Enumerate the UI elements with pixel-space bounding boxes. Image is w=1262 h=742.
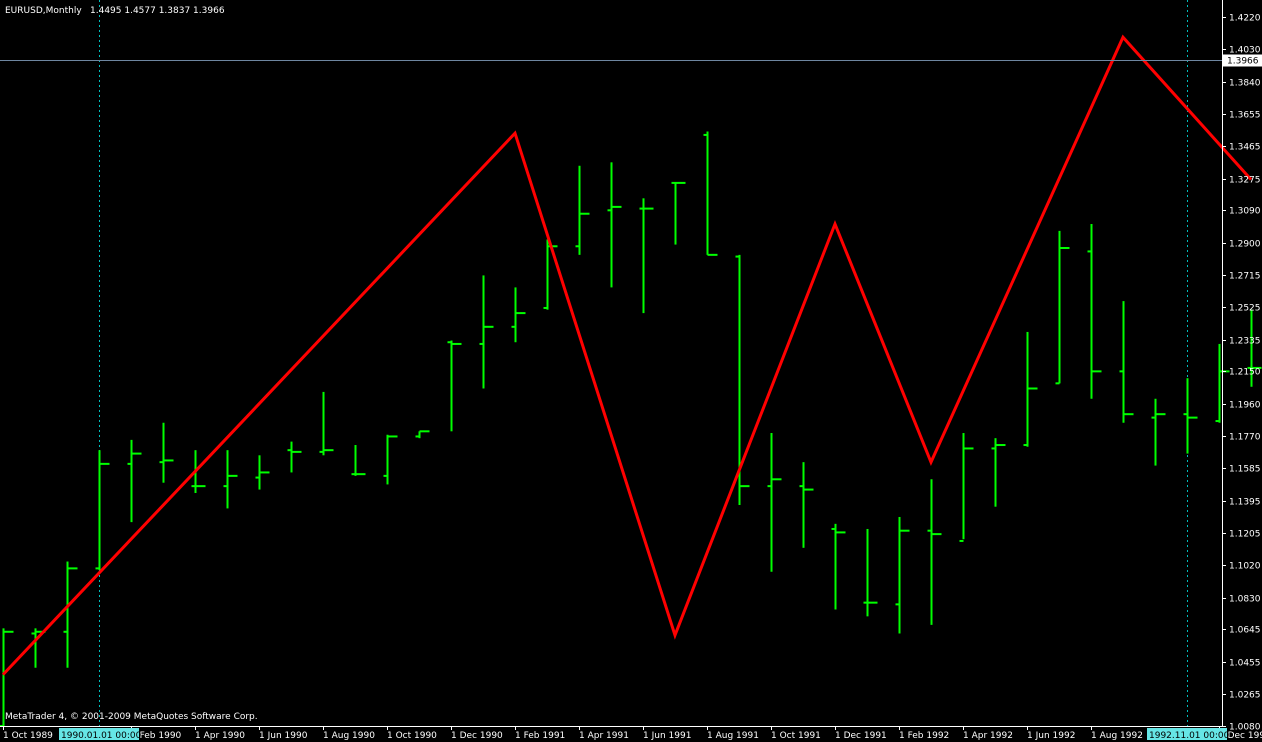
x-tick-label-11: 1 Oct 1991 [771,731,821,741]
ohlc-label: 1.4495 1.4577 1.3837 1.3966 [90,6,225,16]
x-tick-label-0: 1 Oct 1989 [3,731,53,741]
current-price-label: 1.3966 [1227,57,1259,67]
ohlc-bar-1990-06 [287,441,302,473]
ohlc-bar-1992-01 [895,516,910,634]
y-tick-label-6: 1.3090 [1229,207,1261,217]
x-tick-label-9: 1 Jun 1991 [643,731,691,741]
grid-layer [99,0,1188,726]
bars-layer [0,131,1262,727]
x-tick-label-12: 1 Dec 1991 [835,731,887,741]
time-highlight-label-0: 1990.01.01 00:00 [61,731,142,741]
ohlc-bar-1990-10 [415,430,430,439]
symbol-label: EURUSD,Monthly [5,6,82,16]
x-tick-label-3: 1 Jun 1990 [259,731,308,741]
ohlc-bar-1990-01 [127,439,142,523]
x-tick-label-5: 1 Oct 1990 [387,731,437,741]
y-tick-label-11: 1.2150 [1229,368,1261,378]
y-tick-label-1: 1.4030 [1229,46,1261,56]
ohlc-bar-1990-08 [351,445,366,476]
current-price-layer: 1.3966 [0,54,1262,67]
x-tick-label-4: 1 Aug 1990 [323,731,375,741]
copyright-label: MetaTrader 4, © 2001-2009 MetaQuotes Sof… [5,712,258,722]
ohlc-bar-1990-05 [255,455,270,490]
ohlc-bar-1992-06 [1055,230,1070,385]
ohlc-bar-1992-09 [1151,398,1166,466]
ohlc-bar-1991-04 [607,162,622,288]
y-tick-label-8: 1.2715 [1229,272,1261,282]
y-tick-label-4: 1.3465 [1229,143,1261,153]
ohlc-bar-1990-02 [159,422,174,483]
chart-container[interactable]: 1.3966 1.4220 1.4030 1.3840 1.3655 1.3465 1.3… [0,0,1262,742]
x-tick-label-6: 1 Dec 1990 [451,731,503,741]
time-highlight-label-1: 1992.11.01 00:00 [1149,731,1230,741]
ohlc-bar-1991-12 [863,528,878,617]
x-tick-label-15: 1 Jun 1992 [1027,731,1075,741]
y-tick-label-12: 1.1960 [1229,401,1261,411]
ohlc-bar-1989-11 [63,561,78,668]
ohlc-bar-1992-08 [1119,301,1134,423]
x-tick-label-7: 1 Feb 1991 [515,731,565,741]
ohlc-bar-1992-05 [1023,331,1038,447]
ohlc-bar-1992-02 [927,479,942,625]
zigzag-line [1,34,1253,676]
x-tick-label-13: 1 Feb 1992 [899,731,949,741]
ohlc-bar-1990-12 [479,275,494,389]
ohlc-bar-1992-04 [991,438,1006,507]
ohlc-bar-1991-09 [767,433,782,572]
x-tick-label-16: 1 Aug 1992 [1091,731,1143,741]
ohlc-bar-1989-12 [95,450,110,571]
y-tick-label-14: 1.1585 [1229,465,1261,475]
y-tick-label-18: 1.0830 [1229,595,1261,605]
ohlc-bar-1992-07 [1087,224,1102,399]
ohlc-bar-1990-07 [319,391,334,456]
x-axis[interactable]: 1 Oct 1989 1 Feb 1990 1 Apr 1990 1 Jun 1990… [0,726,1262,741]
ohlc-bar-1992-03 [959,433,974,542]
ohlc-bar-1991-06 [671,181,686,245]
ohlc-bar-1992-10 [1183,378,1198,454]
zigzag-layer [1,34,1253,676]
ohlc-bar-1991-11 [831,523,846,610]
y-tick-label-9: 1.2525 [1229,304,1261,314]
y-tick-label-15: 1.1395 [1229,498,1261,508]
ohlc-bar-1990-09 [383,434,398,485]
y-tick-label-3: 1.3655 [1229,111,1261,121]
ohlc-bar-1991-03 [575,165,590,255]
y-tick-label-2: 1.3840 [1229,79,1261,89]
chart-svg[interactable]: 1.3966 1.4220 1.4030 1.3840 1.3655 1.3465 1.3… [0,0,1262,742]
ohlc-bar-1990-11 [447,340,462,432]
y-tick-label-16: 1.1205 [1229,530,1261,540]
ohlc-bar-1989-10 [31,628,46,668]
x-tick-label-10: 1 Aug 1991 [707,731,759,741]
y-axis[interactable]: 1.4220 1.4030 1.3840 1.3655 1.3465 1.3275 1.30… [1222,0,1261,733]
y-tick-label-7: 1.2900 [1229,240,1261,250]
x-tick-label-14: 1 Apr 1992 [963,731,1013,741]
y-tick-label-0: 1.4220 [1229,14,1261,24]
ohlc-bar-1991-01 [511,287,526,343]
y-tick-label-21: 1.0265 [1229,691,1261,701]
ohlc-bar-1990-04 [223,450,238,509]
y-tick-label-13: 1.1770 [1229,433,1261,443]
ohlc-bar-1991-08 [735,254,750,505]
y-tick-label-5: 1.3275 [1229,176,1261,186]
y-tick-label-20: 1.0455 [1229,659,1261,669]
ohlc-bar-1991-07 [703,131,718,256]
x-tick-label-8: 1 Apr 1991 [579,731,629,741]
ohlc-bar-1991-02 [543,239,558,310]
y-tick-label-10: 1.2335 [1229,337,1261,347]
y-tick-label-17: 1.1020 [1229,562,1261,572]
ohlc-bar-1991-05 [639,198,654,314]
x-tick-label-2: 1 Apr 1990 [195,731,245,741]
y-tick-label-19: 1.0645 [1229,626,1261,636]
ohlc-bar-1991-10 [799,462,814,548]
